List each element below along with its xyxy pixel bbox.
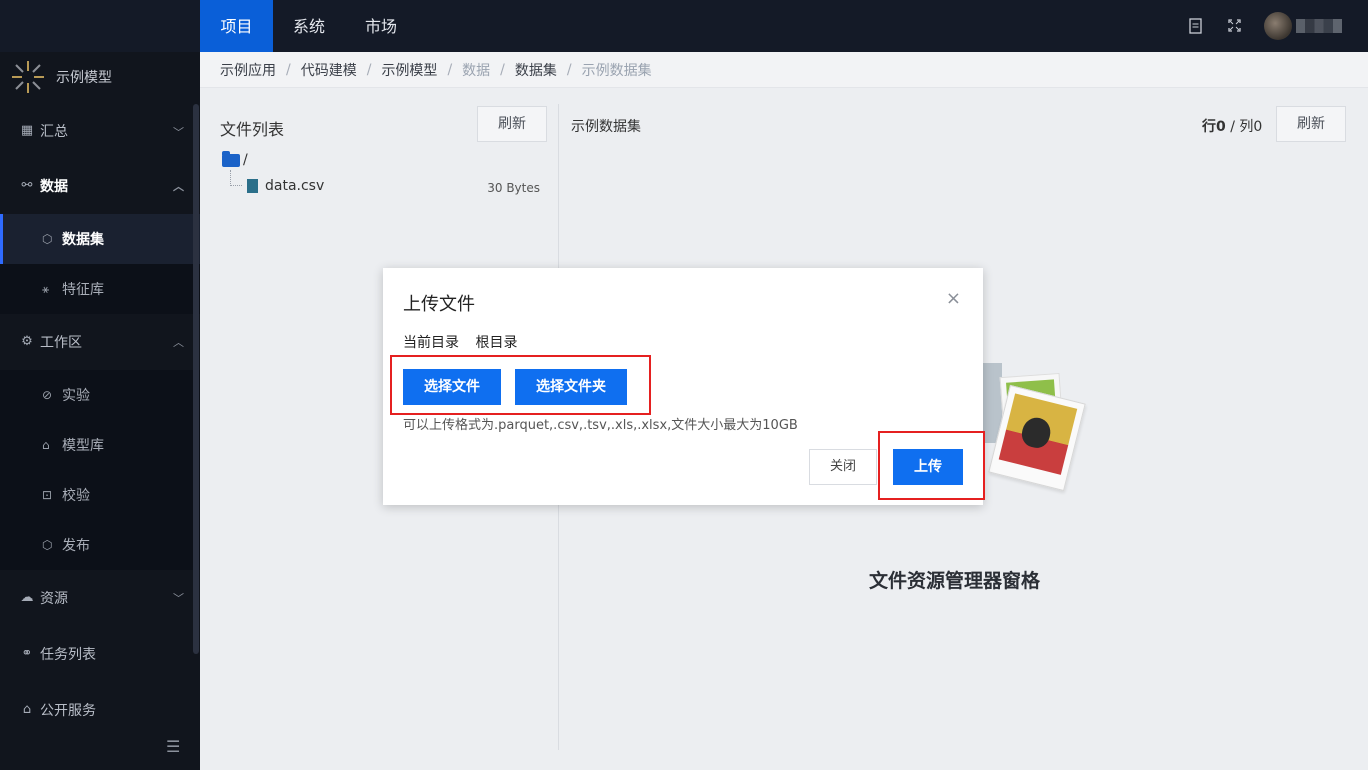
sidebar-item-experiment[interactable]: ⊘ 实验 bbox=[0, 370, 200, 420]
close-icon[interactable]: × bbox=[946, 288, 961, 309]
breadcrumb-current: 示例数据集 bbox=[581, 62, 652, 79]
sidebar-item-label: 校验 bbox=[62, 488, 90, 504]
username-blurred[interactable] bbox=[1296, 19, 1342, 33]
brand-name: 示例模型 bbox=[56, 70, 112, 86]
sidebar-item-label: 实验 bbox=[62, 388, 90, 404]
tab-project[interactable]: 项目 bbox=[200, 0, 273, 52]
cloud-icon: ☁ bbox=[20, 590, 34, 605]
breadcrumb-item[interactable]: 数据集 bbox=[515, 60, 557, 80]
current-directory-label: 当前目录 bbox=[403, 335, 459, 351]
sidebar-scrollbar[interactable] bbox=[193, 104, 199, 654]
breadcrumb-separator: / bbox=[447, 61, 453, 78]
folder-icon bbox=[222, 150, 240, 167]
file-list-refresh-button[interactable]: 刷新 bbox=[477, 106, 547, 142]
tree-root[interactable]: / bbox=[222, 150, 248, 168]
tab-system[interactable]: 系统 bbox=[280, 0, 338, 52]
breadcrumb-separator: / bbox=[500, 61, 505, 78]
sidebar-menu: ▦ 汇总 ﹀ ⚯ 数据 ︿ ⬡ 数据集 ⚹ 特征库 ⚙ 工作区 ︿ ⊘ 实验 ⌂… bbox=[0, 104, 200, 738]
avatar[interactable] bbox=[1264, 12, 1292, 40]
breadcrumb-separator: / bbox=[366, 61, 372, 78]
breadcrumb-item: 数据 bbox=[462, 62, 491, 79]
hierarchy-icon: ⚯ bbox=[21, 178, 33, 193]
breadcrumb: 示例应用 / 代码建模 / 示例模型 / 数据 / 数据集 / 示例数据集 bbox=[200, 52, 1368, 88]
document-icon[interactable] bbox=[1188, 18, 1203, 38]
sidebar-item-resources[interactable]: ☁ 资源 ﹀ bbox=[0, 570, 200, 626]
sidebar-item-workspace[interactable]: ⚙ 工作区 ︿ bbox=[0, 314, 200, 370]
highlight-select-buttons bbox=[390, 355, 651, 415]
sidebar-item-label: 特征库 bbox=[62, 282, 104, 298]
tree-connector bbox=[230, 170, 242, 186]
cancel-button[interactable]: 关闭 bbox=[809, 449, 877, 485]
highlight-upload-button bbox=[878, 431, 985, 500]
sidebar-item-label: 工作区 bbox=[40, 335, 82, 351]
sidebar-item-label: 发布 bbox=[62, 538, 90, 554]
brand[interactable]: 示例模型 bbox=[0, 52, 200, 102]
sidebar-item-public-service[interactable]: ⌂ 公开服务 bbox=[0, 682, 200, 738]
file-size: 30 Bytes bbox=[487, 181, 540, 195]
sidebar-item-label: 公开服务 bbox=[40, 703, 96, 719]
row-count: 行0 bbox=[1202, 119, 1226, 135]
sidebar-item-publish[interactable]: ⬡ 发布 bbox=[0, 520, 200, 570]
current-directory-value: 根目录 bbox=[475, 335, 518, 351]
collapse-sidebar-icon[interactable]: ☰ bbox=[166, 737, 180, 756]
sidebar-item-model-repo[interactable]: ⌂ 模型库 bbox=[0, 420, 200, 470]
stats-separator: / bbox=[1230, 119, 1235, 135]
file-name: data.csv bbox=[265, 178, 325, 194]
dataset-refresh-button[interactable]: 刷新 bbox=[1276, 106, 1346, 142]
feature-icon: ⚹ bbox=[42, 281, 50, 296]
sidebar-item-validation[interactable]: ⊡ 校验 bbox=[0, 470, 200, 520]
sidebar-item-label: 汇总 bbox=[40, 124, 68, 140]
gear-icon: ⚙ bbox=[21, 334, 33, 349]
cube-icon: ⬡ bbox=[42, 232, 53, 246]
tree-file-item[interactable]: data.csv bbox=[247, 178, 324, 194]
sidebar-item-data[interactable]: ⚯ 数据 ︿ bbox=[0, 158, 200, 214]
file-list-title: 文件列表 bbox=[220, 120, 285, 139]
breadcrumb-item[interactable]: 代码建模 bbox=[301, 60, 357, 80]
chevron-up-icon: ︿ bbox=[173, 336, 184, 349]
dashboard-icon: ▦ bbox=[20, 123, 34, 138]
sidebar: 示例模型 ▦ 汇总 ﹀ ⚯ 数据 ︿ ⬡ 数据集 ⚹ 特征库 ⚙ 工作区 ︿ ⊘… bbox=[0, 0, 200, 770]
dataset-title: 示例数据集 bbox=[571, 119, 641, 135]
task-icon: ⚭ bbox=[21, 646, 33, 661]
current-directory: 当前目录 根目录 bbox=[403, 332, 517, 352]
tree-root-label: / bbox=[243, 152, 248, 168]
empty-state-illustration bbox=[980, 355, 1100, 495]
publish-icon: ⬡ bbox=[42, 538, 53, 552]
dialog-title: 上传文件 bbox=[403, 294, 475, 315]
chevron-down-icon: ﹀ bbox=[173, 126, 184, 139]
model-icon: ⌂ bbox=[42, 438, 50, 452]
empty-state-title: 文件资源管理器窗格 bbox=[869, 570, 1041, 592]
row-col-stats: 行0 / 列0 bbox=[1202, 116, 1262, 136]
sidebar-item-task-list[interactable]: ⚭ 任务列表 bbox=[0, 626, 200, 682]
sidebar-header bbox=[0, 0, 200, 52]
sidebar-item-label: 资源 bbox=[40, 591, 68, 607]
scan-icon: ⊡ bbox=[42, 488, 53, 502]
breadcrumb-separator: / bbox=[566, 61, 572, 78]
sidebar-item-label: 数据集 bbox=[62, 232, 104, 248]
sidebar-item-dataset[interactable]: ⬡ 数据集 bbox=[0, 214, 200, 264]
top-nav-bar: 项目 系统 市场 bbox=[200, 0, 1368, 52]
sidebar-item-label: 任务列表 bbox=[40, 647, 96, 663]
sidebar-item-feature-store[interactable]: ⚹ 特征库 bbox=[0, 264, 200, 314]
sidebar-item-label: 数据 bbox=[40, 179, 68, 195]
tab-market[interactable]: 市场 bbox=[352, 0, 410, 52]
sidebar-item-label: 模型库 bbox=[62, 438, 104, 454]
file-icon bbox=[247, 179, 258, 193]
logo-icon bbox=[10, 59, 46, 95]
sidebar-item-summary[interactable]: ▦ 汇总 ﹀ bbox=[0, 104, 200, 158]
col-count: 列0 bbox=[1239, 119, 1263, 135]
upload-format-hint: 可以上传格式为.parquet,.csv,.tsv,.xls,.xlsx,文件大… bbox=[403, 418, 798, 433]
experiment-icon: ⊘ bbox=[42, 388, 53, 402]
breadcrumb-item[interactable]: 示例模型 bbox=[381, 60, 437, 80]
store-icon: ⌂ bbox=[22, 702, 32, 717]
breadcrumb-item[interactable]: 示例应用 bbox=[220, 60, 276, 80]
fullscreen-icon[interactable] bbox=[1227, 18, 1242, 37]
breadcrumb-separator: / bbox=[286, 61, 291, 78]
chevron-up-icon: ︿ bbox=[173, 180, 184, 193]
chevron-down-icon: ﹀ bbox=[173, 592, 184, 605]
